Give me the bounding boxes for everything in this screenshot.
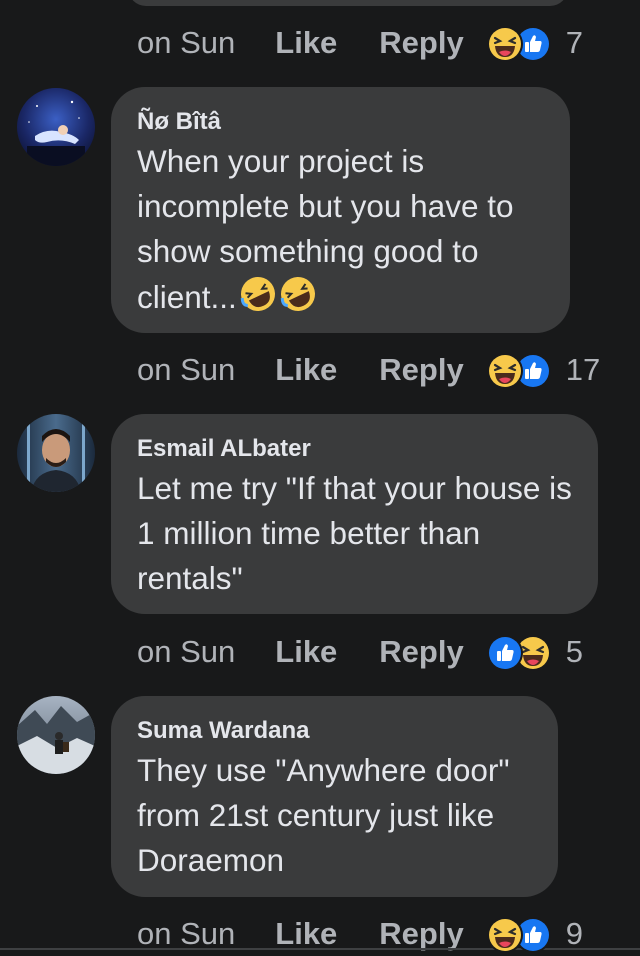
comment-actions: on Sun Like Reply 17 [137, 348, 600, 392]
comment-author[interactable]: Esmail ALbater [137, 436, 572, 462]
like-button[interactable]: Like [275, 634, 337, 670]
reaction-summary[interactable] [486, 916, 552, 953]
reaction-summary[interactable] [486, 25, 552, 62]
comment-timestamp[interactable]: on Sun [137, 352, 235, 388]
avatar[interactable] [17, 414, 95, 492]
reply-button[interactable]: Reply [379, 634, 463, 670]
avatar[interactable] [17, 696, 95, 774]
comment-actions: on Sun Like Reply 5 [137, 630, 583, 674]
reaction-count[interactable]: 7 [566, 25, 583, 61]
rofl-emoji-icon [239, 274, 317, 326]
like-button[interactable]: Like [275, 352, 337, 388]
reply-button[interactable]: Reply [379, 25, 463, 61]
reaction-count[interactable]: 9 [566, 916, 583, 952]
thumbs-up-emoji-icon [486, 635, 523, 671]
reaction-count[interactable]: 5 [566, 634, 583, 670]
reaction-summary[interactable] [486, 634, 552, 671]
like-button[interactable]: Like [275, 916, 337, 952]
comment-text: Let me try "If that your house is 1 mill… [137, 470, 572, 596]
laughing-emoji-icon [486, 917, 523, 953]
reply-button[interactable]: Reply [379, 352, 463, 388]
comment-bubble: Esmail ALbater Let me try "If that your … [111, 414, 598, 614]
avatar[interactable] [17, 88, 95, 166]
avatar-image [17, 414, 95, 492]
comment-text: When your project is incomplete but you … [137, 139, 544, 326]
comment-actions: on Sun Like Reply 7 [137, 21, 583, 65]
reaction-summary[interactable] [486, 352, 552, 389]
like-button[interactable]: Like [275, 25, 337, 61]
laughing-emoji-icon [486, 26, 523, 62]
comment-timestamp[interactable]: on Sun [137, 25, 235, 61]
comment-bubble: Ñø Bîtâ When your project is incomplete … [111, 87, 570, 333]
comment-bubble: Suma Wardana They use "Anywhere door" fr… [111, 696, 558, 897]
comment-timestamp[interactable]: on Sun [137, 634, 235, 670]
comment-timestamp[interactable]: on Sun [137, 916, 235, 952]
comment-text-content: When your project is incomplete but you … [137, 143, 514, 315]
comments-thread: on Sun Like Reply 7 Ñø Bîtâ When your pr… [0, 0, 640, 956]
reaction-count[interactable]: 17 [566, 352, 600, 388]
avatar-image [17, 696, 95, 774]
laughing-emoji-icon [486, 353, 523, 389]
previous-comment-bubble [128, 0, 568, 6]
comment-author[interactable]: Suma Wardana [137, 718, 532, 744]
reply-button[interactable]: Reply [379, 916, 463, 952]
comment-author[interactable]: Ñø Bîtâ [137, 109, 544, 135]
comment-text: They use "Anywhere door" from 21st centu… [137, 752, 510, 878]
avatar-image [17, 88, 95, 166]
